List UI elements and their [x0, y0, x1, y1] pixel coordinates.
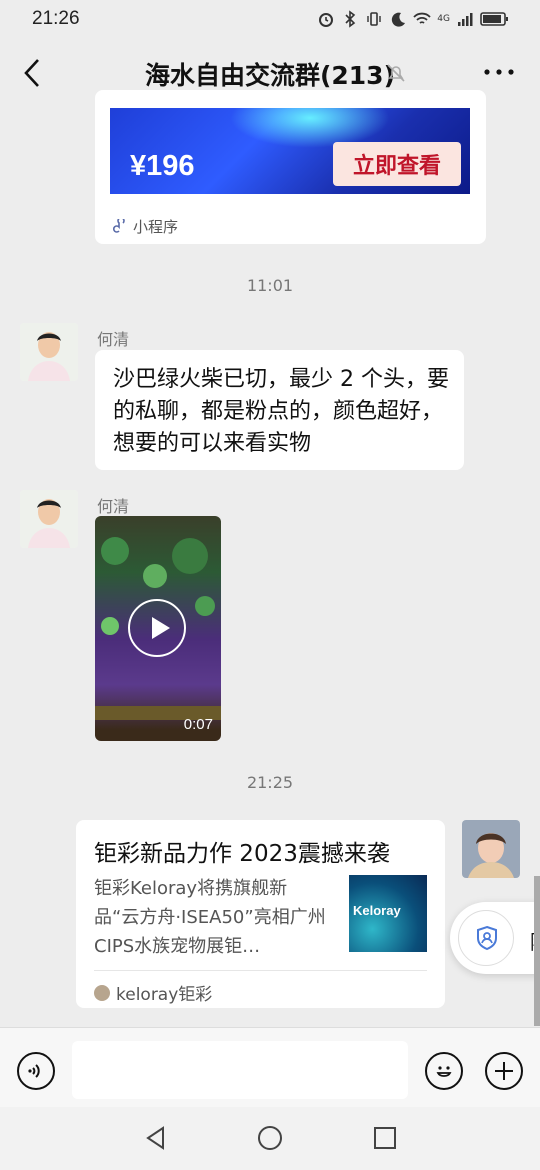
status-icons: 4G: [317, 8, 510, 30]
plus-icon: [495, 1062, 513, 1080]
article-title: 钜彩新品力作 2023震撼来袭: [94, 841, 390, 867]
nav-recents-icon[interactable]: [372, 1125, 398, 1151]
timestamp: 21:25: [246, 773, 294, 792]
mini-program-tag: 小程序: [113, 216, 178, 237]
sender-name: 何清: [97, 330, 130, 349]
chat-title: 海水自由交流群(213): [144, 61, 396, 90]
my-avatar[interactable]: [462, 820, 520, 878]
article-source-name: keloray钜彩: [116, 985, 213, 1005]
mini-program-icon: [113, 218, 125, 233]
battery-icon: [480, 12, 508, 26]
play-icon[interactable]: [128, 599, 186, 657]
article-thumbnail: Keloray: [349, 875, 427, 952]
article-thumb-brand: Keloray: [353, 903, 401, 918]
alarm-icon: [319, 13, 334, 27]
source-avatar-icon: [94, 984, 110, 1001]
status-bar: 21:26 4G: [0, 0, 540, 40]
vibrate-icon: [367, 12, 381, 26]
avatar-image: [20, 490, 78, 548]
voice-button[interactable]: [17, 1052, 55, 1090]
avatar-image: [20, 323, 78, 381]
mini-program-card[interactable]: ¥196 立即查看 小程序: [95, 90, 486, 244]
timestamp: 11:01: [246, 276, 294, 295]
wifi-icon: [413, 12, 431, 24]
more-icon[interactable]: [482, 62, 516, 82]
avatar[interactable]: [20, 323, 78, 381]
mini-program-image: ¥196 立即查看: [110, 108, 470, 194]
message-bubble[interactable]: 沙巴绿火柴已切，最少 2 个头，要的私聊，都是粉点的，颜色超好，想要的可以来看实…: [95, 350, 464, 470]
nav-back-icon[interactable]: [143, 1125, 169, 1151]
article-description: 钜彩Keloray将携旗舰新品“云方舟·ISEA50”亮相广州CIPS水族宠物展…: [94, 878, 326, 957]
emoji-icon: [436, 1066, 452, 1077]
view-now-button[interactable]: 立即查看: [333, 142, 461, 186]
video-message[interactable]: 0:07: [95, 516, 221, 741]
plus-button[interactable]: [485, 1052, 523, 1090]
network-label: 4G: [437, 14, 450, 24]
status-time: 21:26: [32, 8, 80, 29]
floating-widget-button[interactable]: [458, 910, 514, 966]
article-card[interactable]: 钜彩新品力作 2023震撼来袭 钜彩Keloray将携旗舰新品“云方舟·ISEA…: [76, 820, 445, 1008]
shield-user-icon: [477, 925, 497, 951]
message-text: 沙巴绿火柴已切，最少 2 个头，要的私聊，都是粉点的，颜色超好，想要的可以来看实…: [113, 367, 449, 456]
navigation-bar: [0, 1107, 540, 1170]
emoji-button[interactable]: [425, 1052, 463, 1090]
voice-icon: [28, 1064, 40, 1078]
signal-icon: [458, 13, 473, 26]
moon-icon: [392, 12, 406, 27]
message-input[interactable]: [72, 1041, 408, 1099]
mute-bell-icon: [387, 64, 405, 82]
input-bar: [0, 1027, 540, 1108]
floating-widget[interactable]: 除: [450, 902, 540, 974]
nav-home-icon[interactable]: [257, 1125, 283, 1151]
divider: [94, 970, 427, 971]
sender-name: 何清: [97, 497, 130, 516]
product-price: ¥196: [130, 150, 195, 182]
mini-program-label: 小程序: [133, 218, 179, 236]
article-source: keloray钜彩: [94, 980, 212, 1005]
scrollbar[interactable]: [534, 876, 540, 1026]
video-duration: 0:07: [183, 716, 213, 733]
view-now-label: 立即查看: [352, 154, 441, 179]
avatar-image: [462, 820, 520, 878]
bluetooth-icon: [345, 10, 356, 28]
avatar[interactable]: [20, 490, 78, 548]
